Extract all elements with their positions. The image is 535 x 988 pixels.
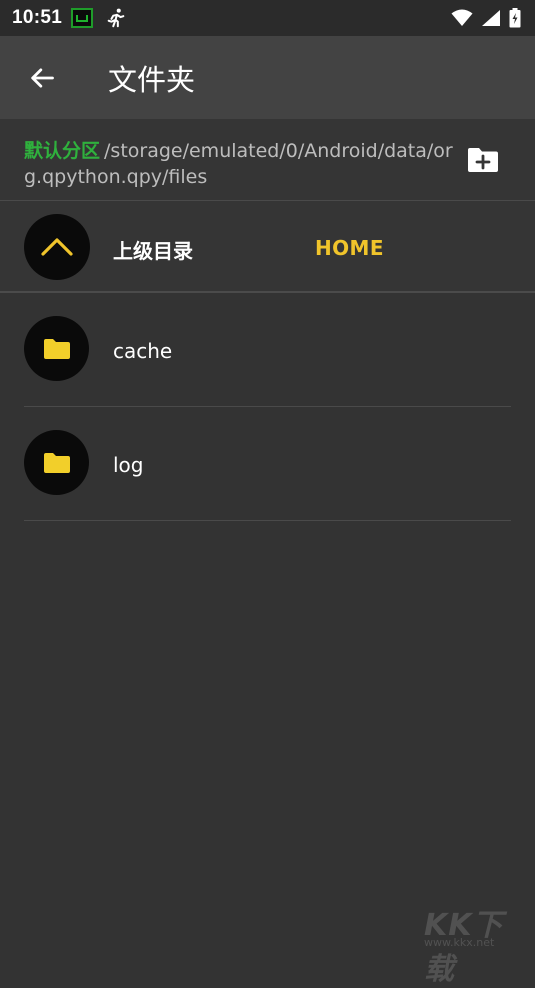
home-button[interactable]: HOME [315, 236, 384, 260]
file-name: log [113, 453, 144, 477]
folder-icon [43, 452, 70, 473]
file-name: cache [113, 339, 173, 363]
watermark: KK下载 www.kkx.net [418, 898, 528, 987]
parent-directory-icon-circle [24, 214, 90, 280]
divider [24, 520, 511, 521]
battery-charging-icon [509, 8, 521, 28]
status-time: 10:51 [12, 7, 63, 28]
arrow-left-icon [31, 67, 54, 88]
current-path: 默认分区/storage/emulated/0/Android/data/org… [24, 138, 454, 190]
wifi-icon [451, 9, 473, 26]
app-bar: 文件夹 [0, 36, 535, 119]
cellular-signal-icon [482, 10, 500, 26]
folder-icon-circle [24, 316, 89, 381]
parent-directory-label: 上级目录 [113, 239, 193, 263]
path-bar: 默认分区/storage/emulated/0/Android/data/org… [0, 119, 535, 201]
status-bar: 10:51 [0, 0, 535, 36]
folder-icon [43, 338, 70, 359]
watermark-url: www.kkx.net [424, 936, 495, 949]
list-item[interactable]: log [0, 407, 535, 521]
page-title: 文件夹 [108, 62, 196, 97]
file-list: cache log [0, 293, 535, 521]
back-button[interactable] [0, 36, 84, 119]
folder-icon-circle [24, 430, 89, 495]
list-item[interactable]: cache [0, 293, 535, 407]
parent-directory-row[interactable]: 上级目录 HOME [0, 201, 535, 293]
app-notification-icon [71, 8, 94, 28]
chevron-up-icon [41, 238, 73, 256]
running-man-icon [107, 8, 125, 28]
storage-partition-label: 默认分区 [24, 140, 101, 162]
folder-plus-icon [468, 148, 498, 172]
new-folder-button[interactable] [466, 145, 502, 177]
